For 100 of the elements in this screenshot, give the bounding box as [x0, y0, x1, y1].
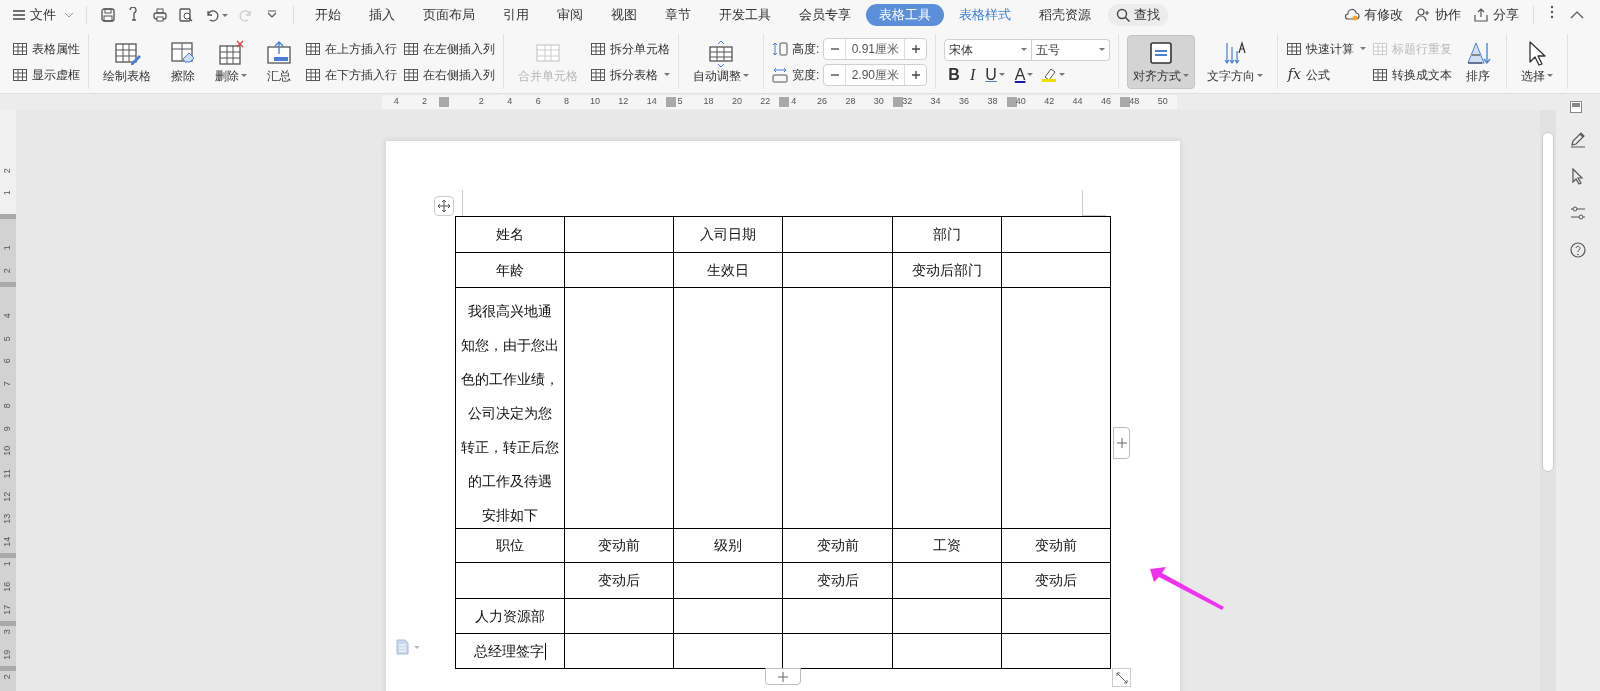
- resize-table-button[interactable]: [1112, 668, 1131, 687]
- ruler-marker[interactable]: [0, 620, 16, 626]
- ribbon-button[interactable]: 汇总: [259, 34, 299, 89]
- ribbon-tab[interactable]: 表格样式: [946, 4, 1024, 26]
- ribbon-tab[interactable]: 插入: [356, 4, 408, 26]
- table-cell[interactable]: 变动后部门: [892, 253, 1002, 288]
- scrollbar-thumb[interactable]: [1542, 132, 1554, 472]
- ribbon-tab[interactable]: 页面布局: [410, 4, 488, 26]
- toolbar-button[interactable]: 有修改: [1338, 3, 1409, 27]
- table-cell[interactable]: [565, 253, 675, 288]
- ruler-marker[interactable]: [0, 214, 16, 219]
- ribbon-button[interactable]: 排序: [1458, 34, 1499, 89]
- ruler-marker[interactable]: [0, 281, 16, 287]
- table-cell[interactable]: 变动后: [1001, 563, 1111, 599]
- italic-button[interactable]: I: [967, 64, 978, 85]
- table-cell[interactable]: [892, 563, 1002, 599]
- ribbon-button[interactable]: 在上方插入行: [305, 38, 397, 59]
- table-cell[interactable]: [892, 288, 1002, 529]
- table-cell[interactable]: 工资: [892, 529, 1002, 563]
- ribbon-button[interactable]: 对齐方式: [1127, 34, 1196, 89]
- underline-button[interactable]: U: [983, 64, 1007, 85]
- ribbon-tab[interactable]: 视图: [598, 4, 650, 26]
- table-cell[interactable]: 部门: [892, 217, 1002, 253]
- ruler-marker[interactable]: [779, 97, 790, 107]
- table-cell[interactable]: 级别: [674, 529, 784, 563]
- ribbon-button[interactable]: 自动调整: [687, 34, 755, 89]
- ribbon-button[interactable]: 拆分单元格: [590, 38, 670, 59]
- ruler-marker[interactable]: [1120, 97, 1131, 107]
- ribbon-button[interactable]: 快速计算: [1286, 38, 1367, 59]
- table-cell[interactable]: [456, 563, 566, 599]
- ribbon-tab[interactable]: 审阅: [544, 4, 596, 26]
- table-cell[interactable]: 变动前: [1001, 529, 1111, 563]
- table-cell[interactable]: 入司日期: [674, 217, 784, 253]
- font-color-button[interactable]: A: [1012, 64, 1036, 85]
- table-cell[interactable]: [1001, 288, 1111, 529]
- table-cell[interactable]: [674, 599, 784, 634]
- table-cell[interactable]: [674, 288, 784, 529]
- sliders-button[interactable]: [1569, 204, 1587, 222]
- table-cell[interactable]: [565, 288, 675, 529]
- ruler-marker[interactable]: [665, 97, 676, 107]
- ribbon-button[interactable]: 文字方向: [1201, 34, 1270, 89]
- table-cell[interactable]: [1001, 217, 1111, 253]
- ribbon-tab[interactable]: 开始: [302, 4, 354, 26]
- font-dropdown[interactable]: 宋体: [944, 38, 1033, 61]
- help-button[interactable]: [1569, 241, 1587, 259]
- ribbon-button[interactable]: 在下方插入行: [305, 64, 397, 85]
- table-cell[interactable]: 年龄: [456, 253, 566, 288]
- bold-button[interactable]: B: [946, 64, 962, 85]
- table-cell[interactable]: [783, 599, 893, 634]
- ribbon-tab[interactable]: 稻壳资源: [1026, 4, 1104, 26]
- table-cell[interactable]: [892, 634, 1002, 669]
- ruler-marker[interactable]: [893, 97, 904, 107]
- spin-field[interactable]: 2.90厘米: [823, 63, 928, 86]
- ribbon-button[interactable]: 显示虚框: [12, 64, 80, 85]
- ribbon-button[interactable]: 删除: [209, 34, 253, 89]
- table-cell[interactable]: 变动前: [565, 529, 675, 563]
- view-toggle-icon[interactable]: [1570, 101, 1582, 113]
- ribbon-tab[interactable]: 引用: [490, 4, 542, 26]
- toolbar-button[interactable]: 分享: [1467, 3, 1525, 27]
- ribbon-button[interactable]: 拆分表格: [590, 64, 670, 85]
- ruler-marker[interactable]: [0, 665, 16, 671]
- ribbon-button[interactable]: 在右侧插入列: [403, 64, 495, 85]
- table-cell[interactable]: [565, 217, 675, 253]
- ruler-marker[interactable]: [1006, 97, 1017, 107]
- ribbon-tab[interactable]: 章节: [652, 4, 704, 26]
- file-menu[interactable]: 文件: [8, 3, 78, 27]
- ribbon-button[interactable]: fx 公式: [1286, 64, 1367, 85]
- table-cell[interactable]: 姓名: [456, 217, 566, 253]
- table-cell[interactable]: 变动前: [783, 529, 893, 563]
- size-dropdown[interactable]: 五号: [1032, 38, 1111, 61]
- ribbon-button[interactable]: 转换成文本: [1372, 64, 1453, 85]
- table-cell[interactable]: [1001, 634, 1111, 669]
- ribbon-button[interactable]: 表格属性: [12, 38, 80, 59]
- ruler-marker[interactable]: [438, 97, 449, 107]
- ribbon-tab[interactable]: 开发工具: [706, 4, 784, 26]
- table-cell[interactable]: [1001, 599, 1111, 634]
- ribbon-button[interactable]: 在左侧插入列: [403, 38, 495, 59]
- table-cell[interactable]: 人力资源部: [456, 599, 566, 634]
- table-cell[interactable]: [674, 563, 784, 599]
- pen-button[interactable]: [1569, 130, 1587, 148]
- table-cell[interactable]: [1001, 253, 1111, 288]
- table-cell[interactable]: 变动后: [783, 563, 893, 599]
- spin-field[interactable]: 0.91厘米: [823, 37, 928, 60]
- toolbar-button[interactable]: 协作: [1409, 3, 1467, 27]
- table-cell[interactable]: [783, 288, 893, 529]
- table-cell[interactable]: 变动后: [565, 563, 675, 599]
- ruler-marker[interactable]: [0, 552, 16, 558]
- table-cell[interactable]: [565, 634, 675, 669]
- table-cell[interactable]: [892, 599, 1002, 634]
- ribbon-tab[interactable]: 会员专享: [786, 4, 864, 26]
- ribbon-button[interactable]: 绘制表格: [97, 34, 157, 89]
- move-table-handle[interactable]: [434, 196, 454, 216]
- table-cell[interactable]: [783, 253, 893, 288]
- table-cell[interactable]: 生效日: [674, 253, 784, 288]
- table-cell[interactable]: [783, 217, 893, 253]
- ribbon-button[interactable]: 选择: [1515, 34, 1560, 89]
- table-cell[interactable]: 职位: [456, 529, 566, 563]
- table-cell[interactable]: [565, 599, 675, 634]
- ribbon-button[interactable]: 擦除: [163, 34, 203, 89]
- search-button[interactable]: 查找: [1108, 4, 1168, 26]
